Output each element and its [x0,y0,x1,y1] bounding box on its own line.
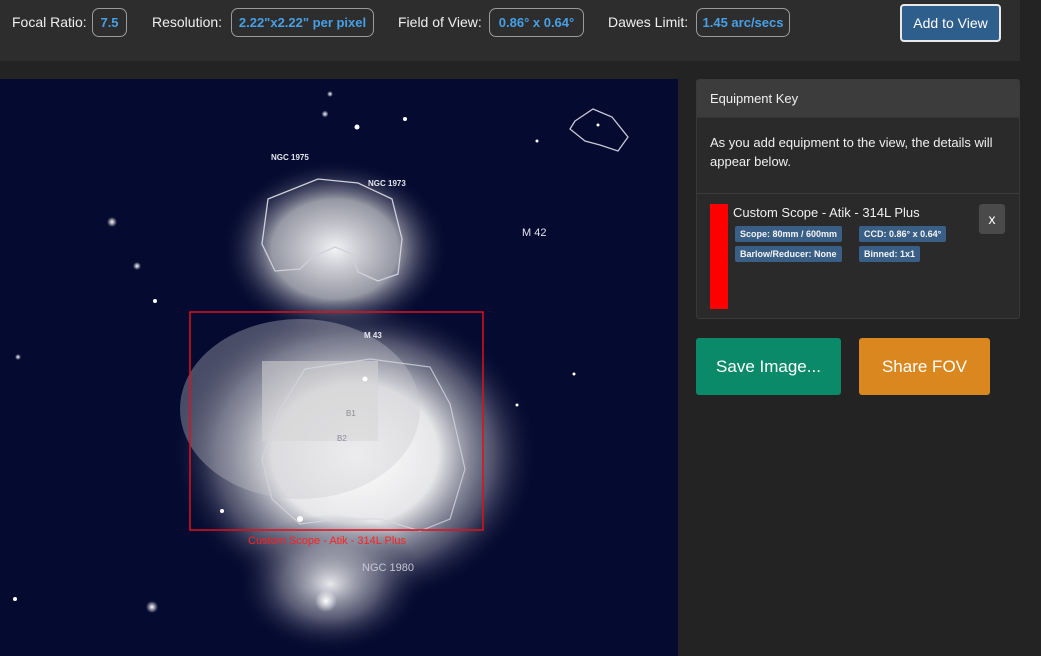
label-m42: M 42 [522,227,546,239]
label-b1: B1 [346,409,356,418]
resolution-label: Resolution: [152,14,223,30]
equipment-color-swatch [710,204,728,309]
binned-badge: Binned: 1x1 [859,246,921,262]
label-ngc1975: NGC 1975 [271,153,309,162]
label-ngc1980: NGC 1980 [362,562,414,574]
scope-badge: Scope: 80mm / 600mm [735,226,843,242]
label-b2: B2 [337,434,347,443]
focal-ratio-label: Focal Ratio: [12,14,87,30]
equipment-key-header: Equipment Key [697,80,1019,118]
add-to-view-button[interactable]: Add to View [900,4,1001,42]
equipment-title: Custom Scope - Atik - 314L Plus [733,205,920,220]
dawes-limit-value: 1.45 arc/secs [696,8,790,37]
fov-rectangle-label: Custom Scope - Atik - 314L Plus [248,535,406,547]
fov-label: Field of View: [398,14,482,30]
ccd-badge: CCD: 0.86° x 0.64° [859,226,947,242]
equipment-key-intro: As you add equipment to the view, the de… [710,135,993,169]
equipment-key-panel: Equipment Key As you add equipment to th… [696,79,1020,319]
fov-value: 0.86° x 0.64° [489,8,584,37]
dawes-limit-label: Dawes Limit: [608,14,689,30]
share-fov-button[interactable]: Share FOV [859,338,990,395]
nebula-image: NGC 1975 NGC 1973 M 42 M 43 B1 B2 NGC 19… [13,91,629,654]
label-m43: M 43 [364,331,382,340]
resolution-value: 2.22"x2.22" per pixel [231,8,374,37]
remove-equipment-button[interactable]: x [979,204,1005,234]
label-ngc1973: NGC 1973 [368,179,406,188]
barlow-badge: Barlow/Reducer: None [735,246,842,262]
save-image-button[interactable]: Save Image... [696,338,841,395]
divider [697,193,1019,194]
focal-ratio-value: 7.5 [92,8,127,37]
stats-bar: Focal Ratio: 7.5 Resolution: 2.22"x2.22"… [0,0,1020,61]
sky-view[interactable]: NGC 1975 NGC 1973 M 42 M 43 B1 B2 NGC 19… [0,79,678,656]
